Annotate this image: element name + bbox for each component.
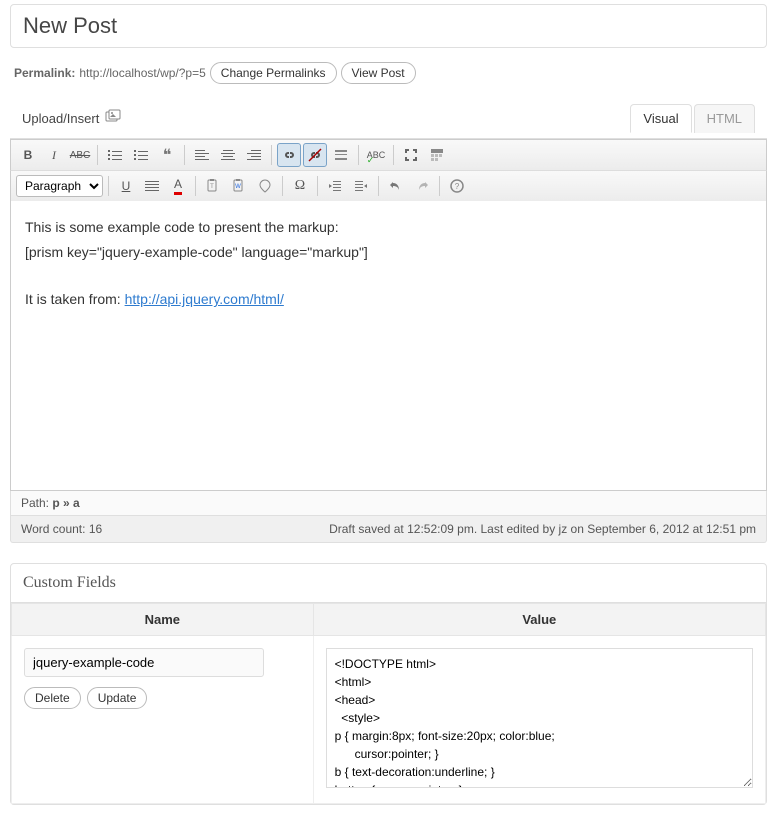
editor-line-2: [prism key="jquery-example-code" languag… bbox=[25, 240, 752, 265]
post-title-panel: New Post bbox=[10, 4, 767, 48]
permalink-label: Permalink: bbox=[14, 66, 75, 80]
special-char-button[interactable]: Ω bbox=[288, 174, 312, 198]
unlink-button[interactable] bbox=[303, 143, 327, 167]
path-bar: Path: p » a bbox=[10, 491, 767, 516]
editor-link[interactable]: http://api.jquery.com/html/ bbox=[125, 291, 284, 307]
path-value: p » a bbox=[52, 496, 79, 510]
link-button[interactable] bbox=[277, 143, 301, 167]
remove-formatting-button[interactable] bbox=[253, 174, 277, 198]
custom-fields-panel: Custom Fields Name Value Delete Update bbox=[10, 563, 767, 805]
text-color-button[interactable]: A bbox=[166, 174, 190, 198]
kitchen-sink-button[interactable] bbox=[425, 143, 449, 167]
editor-content[interactable]: This is some example code to present the… bbox=[10, 201, 767, 491]
paste-text-button[interactable]: T bbox=[201, 174, 225, 198]
editor-line-1: This is some example code to present the… bbox=[25, 215, 752, 240]
paste-word-button[interactable]: W bbox=[227, 174, 251, 198]
align-left-button[interactable] bbox=[190, 143, 214, 167]
bullet-list-button[interactable] bbox=[103, 143, 127, 167]
upload-tabs-row: Upload/Insert Visual HTML bbox=[10, 94, 767, 139]
redo-button[interactable] bbox=[410, 174, 434, 198]
tab-visual[interactable]: Visual bbox=[630, 104, 691, 133]
toolbar-row-1: B I ABC ❝ ABC✓ bbox=[10, 139, 767, 170]
indent-button[interactable] bbox=[349, 174, 373, 198]
svg-text:W: W bbox=[235, 184, 241, 190]
page-title: New Post bbox=[11, 5, 766, 47]
delete-button[interactable]: Delete bbox=[24, 687, 81, 709]
permalink-row: Permalink: http://localhost/wp/?p=5 Chan… bbox=[0, 58, 777, 94]
permalink-url: http://localhost/wp/?p=5 bbox=[79, 66, 205, 80]
change-permalinks-button[interactable]: Change Permalinks bbox=[210, 62, 337, 84]
custom-fields-title: Custom Fields bbox=[11, 564, 766, 603]
media-icon[interactable] bbox=[105, 109, 121, 128]
save-status: Draft saved at 12:52:09 pm. Last edited … bbox=[329, 522, 756, 536]
upload-insert-label: Upload/Insert bbox=[22, 111, 99, 126]
svg-text:T: T bbox=[210, 184, 214, 190]
help-button[interactable]: ? bbox=[445, 174, 469, 198]
blockquote-button[interactable]: ❝ bbox=[155, 143, 179, 167]
strikethrough-button[interactable]: ABC bbox=[68, 143, 92, 167]
bold-button[interactable]: B bbox=[16, 143, 40, 167]
custom-fields-table: Name Value Delete Update bbox=[11, 603, 766, 804]
cf-col-name: Name bbox=[12, 604, 314, 636]
format-select[interactable]: Paragraph bbox=[16, 175, 103, 197]
cf-name-input[interactable] bbox=[24, 648, 264, 677]
undo-button[interactable] bbox=[384, 174, 408, 198]
outdent-button[interactable] bbox=[323, 174, 347, 198]
spellcheck-button[interactable]: ABC✓ bbox=[364, 143, 388, 167]
editor-section: Upload/Insert Visual HTML B I ABC ❝ ABC✓ bbox=[10, 94, 767, 543]
toolbar-row-2: Paragraph U A T W Ω ? bbox=[10, 170, 767, 201]
numbered-list-button[interactable] bbox=[129, 143, 153, 167]
more-button[interactable] bbox=[329, 143, 353, 167]
svg-text:?: ? bbox=[455, 182, 460, 191]
align-center-button[interactable] bbox=[216, 143, 240, 167]
update-button[interactable]: Update bbox=[87, 687, 148, 709]
tab-html[interactable]: HTML bbox=[694, 104, 755, 133]
cf-value-textarea[interactable] bbox=[326, 648, 753, 788]
view-post-button[interactable]: View Post bbox=[341, 62, 416, 84]
italic-button[interactable]: I bbox=[42, 143, 66, 167]
align-right-button[interactable] bbox=[242, 143, 266, 167]
align-justify-button[interactable] bbox=[140, 174, 164, 198]
underline-button[interactable]: U bbox=[114, 174, 138, 198]
editor-line-3: It is taken from: http://api.jquery.com/… bbox=[25, 287, 752, 312]
cf-col-value: Value bbox=[313, 604, 765, 636]
word-count: Word count: 16 bbox=[21, 522, 102, 536]
status-bar: Word count: 16 Draft saved at 12:52:09 p… bbox=[10, 516, 767, 543]
table-row: Delete Update bbox=[12, 636, 766, 804]
fullscreen-button[interactable] bbox=[399, 143, 423, 167]
